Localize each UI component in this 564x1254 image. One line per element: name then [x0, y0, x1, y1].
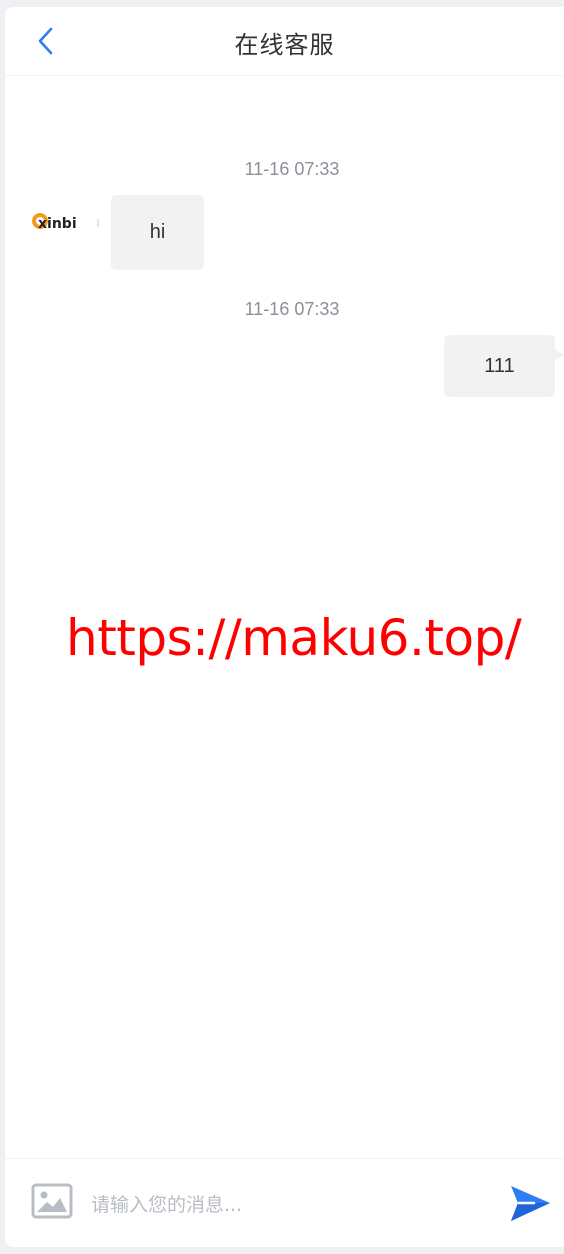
send-icon	[511, 1186, 550, 1221]
watermark-text: https://maku6.top/	[66, 609, 522, 667]
image-icon	[31, 1183, 73, 1219]
image-upload-button[interactable]	[31, 1183, 73, 1219]
message-timestamp: 11-16 07:33	[244, 299, 340, 319]
chat-input-bar	[5, 1158, 564, 1247]
page-title: 在线客服	[234, 31, 335, 59]
message-text: 111	[484, 354, 515, 377]
chat-header: 在线客服	[5, 7, 564, 76]
message-input[interactable]	[91, 1189, 491, 1221]
message-text: hi	[149, 221, 166, 243]
bubble-pointer	[97, 219, 99, 227]
avatar: xinbi	[29, 203, 85, 241]
send-button[interactable]	[508, 1182, 552, 1226]
chat-window: 在线客服 11-16 07:33 xinbi hi 11-16 07:33 11…	[5, 7, 564, 1247]
message-bubble-received: hi	[111, 195, 204, 270]
message-timestamp: 11-16 07:33	[244, 159, 340, 179]
message-bubble-sent: 111	[444, 335, 564, 397]
avatar-logo-text: xinbi	[38, 216, 77, 232]
